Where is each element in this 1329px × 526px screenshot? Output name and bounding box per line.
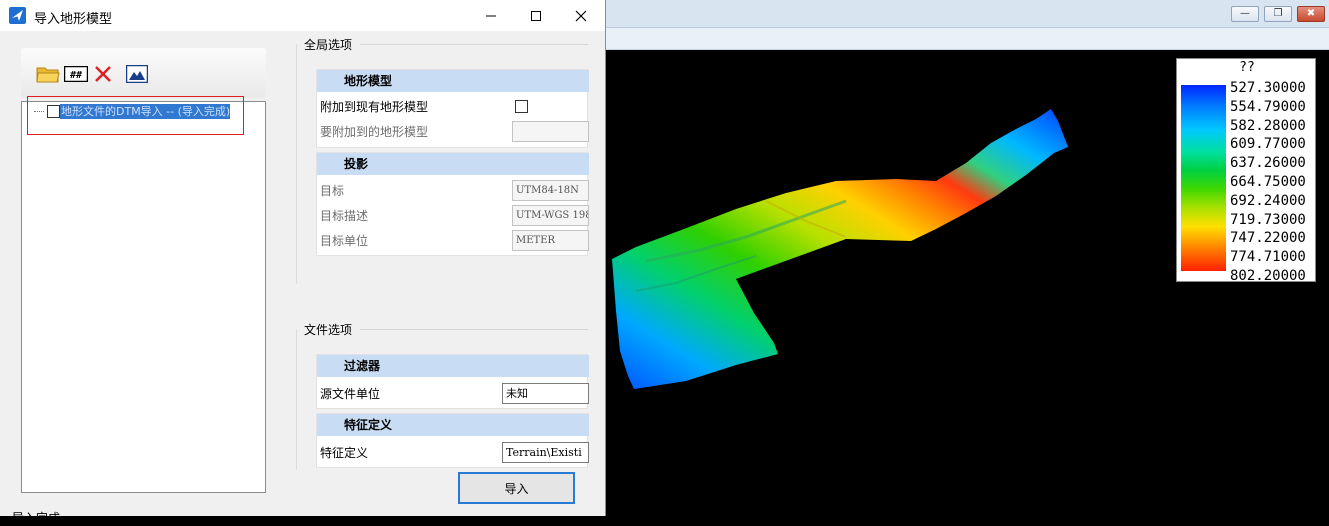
target-model-label: 要附加到的地形模型: [320, 125, 429, 139]
section-header: 投影: [317, 153, 589, 175]
background-close-button[interactable]: ✖: [1297, 6, 1325, 22]
feature-def-select[interactable]: Terrain\Existi: [502, 442, 589, 463]
source-unit-select[interactable]: 未知: [502, 383, 589, 404]
background-restore-button[interactable]: ❐: [1264, 6, 1292, 22]
close-icon[interactable]: [571, 6, 591, 26]
elevation-legend: ?? 527.30000 554.79000 582.28000 609.770…: [1176, 58, 1316, 284]
target-label: 目标: [320, 184, 345, 198]
import-terrain-dialog: 导入地形模型 ## 地形文件的DTM导入 -- (导入完成) 全局选项 地形模型…: [0, 0, 606, 525]
target-desc-field[interactable]: UTM-WGS 1984: [512, 205, 589, 226]
legend-value: 554.79000: [1230, 98, 1306, 115]
section-header: 地形模型: [317, 70, 589, 92]
legend-title: ??: [1239, 60, 1255, 75]
target-field[interactable]: UTM84-18N: [512, 180, 589, 201]
legend-value: 802.20000: [1230, 268, 1306, 284]
legend-value: 609.77000: [1230, 136, 1306, 153]
svg-text:##: ##: [70, 70, 82, 81]
target-unit-label: 目标单位: [320, 234, 369, 248]
dialog-title: 导入地形模型: [34, 12, 113, 27]
section-header: 过滤器: [317, 355, 589, 377]
annotation-highlight-box: [27, 96, 244, 135]
terrain-preview-icon[interactable]: [126, 65, 148, 83]
legend-color-ramp: [1181, 85, 1226, 271]
terrain-model-section: 地形模型 附加到现有地形模型 要附加到的地形模型: [316, 69, 589, 148]
app-logo-icon: [9, 7, 26, 24]
feature-def-label: 特征定义: [320, 446, 369, 460]
target-unit-field[interactable]: METER: [512, 230, 589, 251]
legend-value: 774.71000: [1230, 249, 1306, 266]
import-button[interactable]: 导入: [458, 472, 575, 504]
dialog-titlebar[interactable]: 导入地形模型: [0, 0, 605, 31]
legend-value: 692.24000: [1230, 192, 1306, 209]
target-model-field[interactable]: [512, 121, 589, 142]
target-desc-label: 目标描述: [320, 209, 369, 223]
maximize-icon[interactable]: [526, 6, 546, 26]
legend-value: 637.26000: [1230, 155, 1306, 172]
legend-value: 527.30000: [1230, 80, 1306, 96]
legend-value: 582.28000: [1230, 117, 1306, 134]
background-minimize-button[interactable]: —: [1231, 6, 1259, 22]
folder-open-icon[interactable]: [36, 64, 60, 84]
append-checkbox[interactable]: [515, 100, 528, 113]
minimize-icon[interactable]: [481, 6, 501, 26]
projection-section: 投影 目标 UTM84-18N 目标描述 UTM-WGS 1984 目标单位 M…: [316, 152, 589, 256]
legend-value: 719.73000: [1230, 211, 1306, 228]
source-unit-label: 源文件单位: [320, 387, 381, 401]
status-text: 导入完成: [12, 511, 61, 525]
delete-icon[interactable]: [93, 64, 113, 84]
legend-value: 747.22000: [1230, 230, 1306, 247]
grid-icon[interactable]: ##: [64, 66, 88, 82]
feature-def-section: 特征定义 特征定义 Terrain\Existi: [316, 413, 589, 468]
append-label: 附加到现有地形模型: [320, 100, 429, 114]
file-tree[interactable]: 地形文件的DTM导入 -- (导入完成): [21, 101, 266, 493]
legend-value: 664.75000: [1230, 174, 1306, 190]
section-header: 特征定义: [317, 414, 589, 436]
filter-section: 过滤器 源文件单位 未知: [316, 354, 589, 409]
